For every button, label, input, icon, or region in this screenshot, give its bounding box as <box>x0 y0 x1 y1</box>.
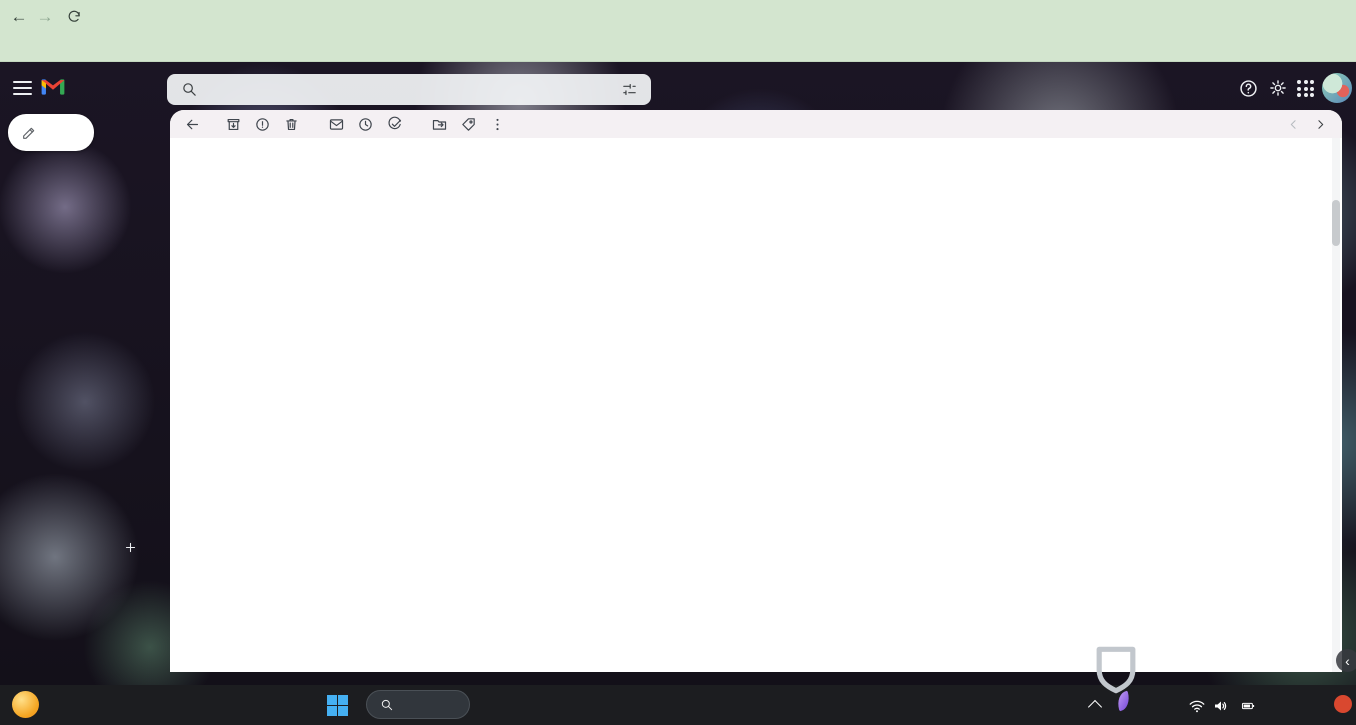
browser-toolbar: ← → <box>0 0 1356 33</box>
help-icon[interactable] <box>1238 78 1259 99</box>
add-to-tasks-icon[interactable] <box>380 116 409 133</box>
message-list <box>170 138 1342 672</box>
report-spam-icon[interactable] <box>248 116 277 133</box>
snooze-icon[interactable] <box>351 116 380 133</box>
main-menu-icon[interactable] <box>13 81 32 99</box>
sun-icon <box>12 691 39 718</box>
compose-button[interactable] <box>8 114 94 151</box>
weather-widget[interactable] <box>12 691 48 718</box>
search-options-icon[interactable] <box>621 81 638 98</box>
conversation-toolbar <box>170 110 1342 138</box>
search-icon <box>380 698 394 712</box>
notification-badge[interactable] <box>1334 695 1352 713</box>
browser-reload-button[interactable] <box>66 8 83 25</box>
gmail-search-bar[interactable] <box>167 74 651 105</box>
pencil-icon <box>21 125 37 141</box>
labels-header <box>0 540 160 555</box>
search-icon[interactable] <box>181 81 198 98</box>
more-options-icon[interactable] <box>483 116 512 133</box>
complaintsboard-shield-icon <box>1094 644 1138 696</box>
scrollbar-thumb[interactable] <box>1332 200 1340 246</box>
newer-conversation-icon[interactable] <box>1286 117 1301 132</box>
start-button[interactable] <box>327 695 348 716</box>
move-to-icon[interactable] <box>425 116 454 133</box>
account-avatar[interactable] <box>1322 73 1352 103</box>
delete-icon[interactable] <box>277 116 306 133</box>
back-to-inbox-icon[interactable] <box>178 116 207 133</box>
browser-back-button[interactable]: ← <box>6 7 32 27</box>
gmail-logo-icon <box>40 77 66 97</box>
older-conversation-icon[interactable] <box>1313 117 1328 132</box>
collapse-panel-icon[interactable] <box>1336 649 1356 672</box>
bookmarks-bar <box>0 33 1356 62</box>
google-apps-icon[interactable] <box>1297 80 1314 97</box>
speaker-icon[interactable] <box>1212 697 1230 715</box>
taskbar-search[interactable] <box>366 690 470 719</box>
labels-icon[interactable] <box>454 116 483 133</box>
mark-unread-icon[interactable] <box>322 116 351 133</box>
conversation-panel <box>170 110 1342 672</box>
windows-taskbar <box>0 685 1356 725</box>
wifi-icon[interactable] <box>1188 697 1206 715</box>
battery-icon[interactable] <box>1237 699 1259 713</box>
create-label-icon[interactable] <box>123 540 138 555</box>
browser-forward-button[interactable]: → <box>32 7 58 27</box>
archive-icon[interactable] <box>219 116 248 133</box>
settings-gear-icon[interactable] <box>1268 78 1288 98</box>
